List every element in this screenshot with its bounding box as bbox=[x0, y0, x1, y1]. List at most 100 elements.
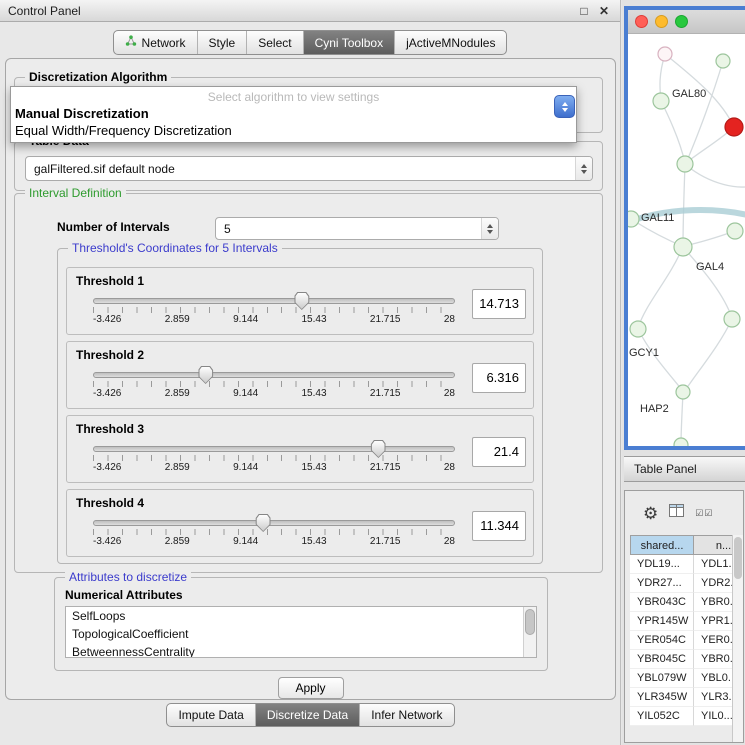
tab-discretize-data[interactable]: Discretize Data bbox=[255, 704, 359, 726]
slider-track[interactable] bbox=[93, 520, 455, 526]
close-window-button[interactable]: ✕ bbox=[596, 4, 612, 18]
slider-ticks bbox=[93, 307, 455, 313]
threshold-3-thumb[interactable] bbox=[371, 440, 386, 458]
cell[interactable]: YPR145W bbox=[630, 612, 694, 631]
threshold-1-thumb[interactable] bbox=[294, 292, 309, 310]
node[interactable] bbox=[658, 47, 672, 61]
threshold-2-slider[interactable]: -3.4262.8599.14415.4321.71528 bbox=[93, 372, 455, 399]
node[interactable] bbox=[716, 54, 730, 68]
threshold-1-slider[interactable]: -3.4262.8599.14415.4321.71528 bbox=[93, 298, 455, 325]
tab-jactivemnodules[interactable]: jActiveMNodules bbox=[394, 31, 506, 54]
threshold-3-slider[interactable]: -3.4262.8599.14415.4321.71528 bbox=[93, 446, 455, 473]
tab-cyni-toolbox[interactable]: Cyni Toolbox bbox=[303, 31, 394, 54]
table-panel-titlebar: Table Panel bbox=[624, 456, 745, 482]
network-icon bbox=[125, 35, 137, 50]
dropdown-option-manual-discretization[interactable]: Manual Discretization bbox=[11, 105, 576, 122]
table-row[interactable]: YDL19...YDL1... bbox=[630, 555, 744, 574]
column-header-shared-name[interactable]: shared... bbox=[630, 535, 694, 555]
scale-label: 28 bbox=[444, 314, 455, 325]
cell[interactable]: YBR045C bbox=[630, 650, 694, 669]
node[interactable] bbox=[674, 238, 692, 256]
zoom-traffic-button[interactable] bbox=[675, 15, 688, 28]
minimize-traffic-button[interactable] bbox=[655, 15, 668, 28]
tab-style[interactable]: Style bbox=[197, 31, 247, 54]
threshold-label: Threshold 2 bbox=[76, 348, 144, 362]
close-traffic-button[interactable] bbox=[635, 15, 648, 28]
list-scrollbar[interactable] bbox=[523, 607, 536, 657]
table-row[interactable]: YBR043CYBR0... bbox=[630, 593, 744, 612]
list-item[interactable]: BetweennessCentrality bbox=[66, 643, 536, 658]
list-item[interactable]: SelfLoops bbox=[66, 607, 536, 625]
cell[interactable]: YBR043C bbox=[630, 593, 694, 612]
slider-track[interactable] bbox=[93, 372, 455, 378]
table-scrollbar[interactable] bbox=[732, 535, 743, 742]
number-of-intervals-spinner[interactable]: 5 bbox=[215, 217, 499, 240]
network-view-window[interactable]: GAL80 GAL11 GAL4 GCY1 HAP2 bbox=[624, 6, 745, 450]
slider-track[interactable] bbox=[93, 446, 455, 452]
dropdown-option-equal-width-frequency[interactable]: Equal Width/Frequency Discretization bbox=[11, 122, 576, 139]
attributes-group: Attributes to discretize Numerical Attri… bbox=[54, 577, 548, 671]
spinner-stepper[interactable] bbox=[481, 218, 498, 239]
algorithm-combo-stepper[interactable] bbox=[554, 95, 575, 118]
node[interactable] bbox=[628, 211, 639, 227]
settings-gear-icon[interactable]: ⚙ bbox=[643, 505, 658, 522]
network-canvas[interactable]: GAL80 GAL11 GAL4 GCY1 HAP2 bbox=[628, 35, 745, 446]
cell[interactable]: YIL052C bbox=[630, 707, 694, 726]
node-label-gal11[interactable]: GAL11 bbox=[641, 212, 674, 224]
node[interactable] bbox=[676, 385, 690, 399]
node[interactable] bbox=[674, 438, 688, 446]
list-item[interactable]: TopologicalCoefficient bbox=[66, 625, 536, 643]
tab-impute-data[interactable]: Impute Data bbox=[167, 704, 254, 726]
combo-stepper[interactable] bbox=[575, 157, 592, 180]
threshold-3-value-field[interactable]: 21.4 bbox=[472, 437, 526, 467]
node-label-gcy1[interactable]: GCY1 bbox=[629, 347, 659, 359]
apply-button[interactable]: Apply bbox=[278, 677, 344, 699]
threshold-2-value-field[interactable]: 6.316 bbox=[472, 363, 526, 393]
cell[interactable]: YDL19... bbox=[630, 555, 694, 574]
columns-icon[interactable] bbox=[669, 504, 684, 522]
tab-network[interactable]: Network bbox=[114, 31, 197, 54]
node[interactable] bbox=[727, 223, 743, 239]
node-label-gal4[interactable]: GAL4 bbox=[696, 261, 724, 273]
node[interactable] bbox=[630, 321, 646, 337]
scale-label: 15.43 bbox=[302, 462, 327, 473]
control-panel-titlebar: Control Panel □ ✕ bbox=[0, 0, 620, 22]
cell[interactable]: YDR27... bbox=[630, 574, 694, 593]
table-row[interactable]: YBL079WYBL0... bbox=[630, 669, 744, 688]
threshold-4-thumb[interactable] bbox=[256, 514, 271, 532]
scrollbar-thumb[interactable] bbox=[525, 609, 535, 635]
selected-red-node[interactable] bbox=[725, 118, 743, 136]
tab-infer-network[interactable]: Infer Network bbox=[359, 704, 453, 726]
table-row[interactable]: YPR145WYPR1... bbox=[630, 612, 744, 631]
cell[interactable]: YLR345W bbox=[630, 688, 694, 707]
table-row[interactable]: YDR27...YDR2... bbox=[630, 574, 744, 593]
node-label-gal80[interactable]: GAL80 bbox=[672, 88, 706, 100]
node[interactable] bbox=[677, 156, 693, 172]
threshold-1-value-field[interactable]: 14.713 bbox=[472, 289, 526, 319]
slider-track[interactable] bbox=[93, 298, 455, 304]
float-window-button[interactable]: □ bbox=[576, 4, 592, 18]
threshold-2-thumb[interactable] bbox=[198, 366, 213, 384]
node[interactable] bbox=[724, 311, 740, 327]
threshold-4-slider[interactable]: -3.4262.8599.14415.4321.71528 bbox=[93, 520, 455, 547]
bottom-tab-bar: Impute Data Discretize Data Infer Networ… bbox=[0, 703, 621, 727]
table-row[interactable]: YLR345WYLR3... bbox=[630, 688, 744, 707]
table-row[interactable]: YER054CYER0... bbox=[630, 631, 744, 650]
threshold-4-box: Threshold 4 -3.4262.8599.14415.4321.7152… bbox=[66, 489, 534, 557]
threshold-4-value-field[interactable]: 11.344 bbox=[472, 511, 526, 541]
table-data-combo[interactable]: galFiltered.sif default node bbox=[25, 156, 593, 181]
tab-select[interactable]: Select bbox=[246, 31, 302, 54]
scrollbar-thumb[interactable] bbox=[734, 537, 742, 579]
cell[interactable]: YER054C bbox=[630, 631, 694, 650]
table-panel-window: ⚙ ☑☑ shared... n... YDL19...YDL1... YDR2… bbox=[624, 490, 744, 743]
node-label-hap2[interactable]: HAP2 bbox=[640, 403, 669, 415]
algorithm-dropdown-popup: Select algorithm to view settings Manual… bbox=[10, 86, 577, 143]
node[interactable] bbox=[653, 93, 669, 109]
numerical-attributes-list[interactable]: SelfLoops TopologicalCoefficient Between… bbox=[65, 606, 537, 658]
window-title: Control Panel bbox=[8, 4, 572, 18]
checkbox-select-icons[interactable]: ☑☑ bbox=[695, 508, 713, 519]
table-row[interactable]: YIL052CYIL0... bbox=[630, 707, 744, 726]
scale-label: 9.144 bbox=[233, 388, 258, 399]
cell[interactable]: YBL079W bbox=[630, 669, 694, 688]
table-row[interactable]: YBR045CYBR0... bbox=[630, 650, 744, 669]
